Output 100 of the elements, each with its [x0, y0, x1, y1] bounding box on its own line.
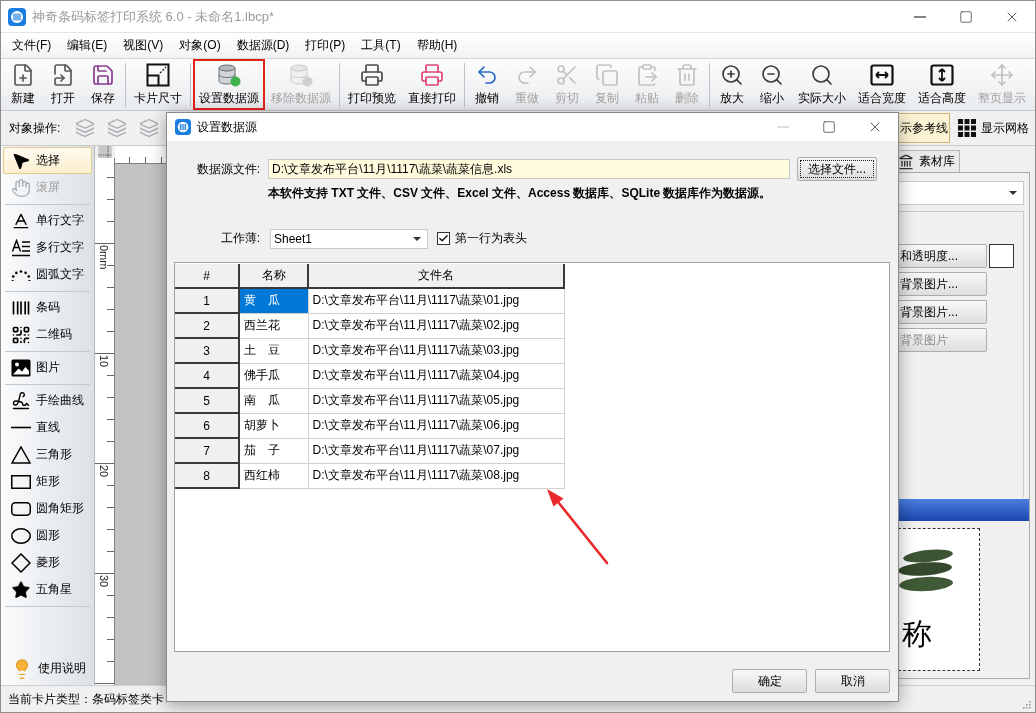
dropdown-field[interactable]	[898, 181, 1024, 205]
toolbar-button[interactable]: 缩小	[752, 59, 792, 110]
dialog-button[interactable]: 取消	[815, 669, 890, 693]
toolbar-button[interactable]: 打印预览	[342, 59, 402, 110]
tool-item[interactable]: 直线	[3, 414, 92, 441]
line-icon	[11, 426, 31, 429]
panel-tab[interactable]: 素材库	[898, 150, 960, 172]
hand-icon	[11, 177, 31, 198]
column-header[interactable]: #	[175, 264, 239, 288]
tool-item[interactable]: 手绘曲线	[3, 387, 92, 414]
status-text: 当前卡片类型：条码标签类卡	[8, 690, 164, 708]
row-number-cell: 4	[175, 363, 239, 388]
view-toggle-button[interactable]: 示参考线	[898, 113, 950, 143]
toolbar-button[interactable]: 设置数据源	[193, 59, 265, 110]
tool-item[interactable]: 三角形	[3, 441, 92, 468]
menu-item[interactable]: 帮助(H)	[408, 34, 466, 57]
panel-button[interactable]: 背景图片...	[898, 272, 987, 296]
caret-icon	[413, 236, 421, 241]
menu-item[interactable]: 对象(O)	[171, 34, 229, 57]
vertical-arrows-icon	[930, 62, 954, 87]
magnifier-icon	[810, 62, 834, 87]
landmark-icon	[898, 153, 914, 170]
copy-icon	[595, 62, 619, 87]
row-number-cell: 1	[175, 288, 239, 313]
toolbar-button[interactable]: 直接打印	[402, 59, 462, 110]
database-icon	[289, 62, 313, 87]
toolbar-button[interactable]: 卡片尺寸	[128, 59, 188, 110]
panel-button[interactable]: 背景图片...	[898, 300, 987, 324]
checkbox[interactable]	[437, 232, 450, 245]
toolbar-button[interactable]: 新建	[3, 59, 43, 110]
tool-item[interactable]: 条码	[3, 294, 92, 321]
ellipse-icon	[11, 527, 31, 544]
table-cell[interactable]: D:\文章发布平台\11月\1117\蔬菜\05.jpg	[308, 388, 564, 413]
tool-item[interactable]: 单行文字	[3, 207, 92, 234]
sheet-select[interactable]: Sheet1	[270, 228, 428, 249]
toolbar-button[interactable]: 实际大小	[792, 59, 852, 110]
frame-corner-icon	[146, 62, 170, 87]
tool-item[interactable]: 圆角矩形	[3, 495, 92, 522]
table-cell[interactable]: D:\文章发布平台\11月\1117\蔬菜\02.jpg	[308, 313, 564, 338]
printer-icon	[420, 62, 444, 87]
minimize-icon	[914, 15, 926, 18]
view-toggle-button[interactable]: 显示网格	[956, 113, 1031, 143]
help-item[interactable]: 使用说明	[3, 655, 92, 682]
tool-item[interactable]: 多行文字	[3, 234, 92, 261]
horizontal-arrows-icon	[870, 62, 894, 87]
app-logo-icon	[8, 7, 26, 26]
file-plus-icon	[11, 62, 35, 87]
tool-item[interactable]: 五角星	[3, 576, 92, 603]
four-arrows-icon	[990, 62, 1014, 87]
printer-icon	[360, 62, 384, 87]
qr-code-icon	[11, 324, 31, 345]
column-header[interactable]: 名称	[239, 264, 308, 288]
menu-item[interactable]: 数据源(D)	[228, 34, 298, 57]
maximize-icon	[959, 9, 973, 24]
clipboard-icon	[635, 62, 659, 87]
tool-item[interactable]: 二维码	[3, 321, 92, 348]
dialog-button[interactable]: 确定	[732, 669, 807, 693]
toolbar-button[interactable]: 放大	[712, 59, 752, 110]
table-cell[interactable]: D:\文章发布平台\11月\1117\蔬菜\01.jpg	[308, 288, 564, 313]
row-number-cell: 3	[175, 338, 239, 363]
rectangle-icon	[11, 474, 31, 489]
column-header[interactable]: 文件名	[308, 264, 564, 288]
field-label: 数据源文件:	[195, 160, 261, 178]
menu-item[interactable]: 打印(P)	[297, 34, 354, 57]
dialog-title: 设置数据源	[197, 118, 257, 136]
zoom-in-icon	[720, 62, 744, 87]
menu-item[interactable]: 文件(F)	[4, 34, 60, 57]
row-number-cell: 5	[175, 388, 239, 413]
toolbar-button[interactable]: 适合宽度	[852, 59, 912, 110]
toolbar-button[interactable]: 保存	[83, 59, 123, 110]
toolbar-button[interactable]: 打开	[43, 59, 83, 110]
toolbar-button[interactable]: 适合高度	[912, 59, 972, 110]
table-cell[interactable]: D:\文章发布平台\11月\1117\蔬菜\07.jpg	[308, 438, 564, 463]
table-cell[interactable]: D:\文章发布平台\11月\1117\蔬菜\04.jpg	[308, 363, 564, 388]
zoom-out-icon	[760, 62, 784, 87]
tool-item[interactable]: 圆弧文字	[3, 261, 92, 288]
trash-icon	[675, 62, 699, 87]
color-swatch-icon[interactable]	[989, 244, 1014, 268]
menu-item[interactable]: 编辑(E)	[59, 34, 116, 57]
toolbar-button[interactable]: 撤销	[467, 59, 507, 110]
row-number-cell: 6	[175, 413, 239, 438]
tool-item[interactable]: 图片	[3, 354, 92, 381]
supported-formats-note: 本软件支持 TXT 文件、CSV 文件、Excel 文件、Access 数据库、SQLite 数据库作为数据源。	[268, 186, 773, 200]
file-path-field[interactable]: D:\文章发布平台\11月\1117\蔬菜\蔬菜信息.xls	[268, 159, 790, 179]
ruler-label: 0mm	[98, 245, 109, 270]
table-cell[interactable]: D:\文章发布平台\11月\1117\蔬菜\03.jpg	[308, 338, 564, 363]
browse-button[interactable]: 选择文件...	[797, 157, 877, 181]
tool-item[interactable]: 圆形	[3, 522, 92, 549]
tool-item[interactable]: 选择	[3, 147, 92, 174]
tool-item[interactable]: 矩形	[3, 468, 92, 495]
menu-item[interactable]: 视图(V)	[115, 34, 172, 57]
checkbox-label: 第一行为表头	[455, 230, 527, 247]
image-icon	[11, 358, 31, 377]
object-tools-label: 对象操作:	[9, 119, 61, 137]
table-cell[interactable]: D:\文章发布平台\11月\1117\蔬菜\06.jpg	[308, 413, 564, 438]
panel-button[interactable]: 和透明度...	[898, 244, 987, 268]
dotted-arc-icon	[11, 268, 31, 281]
menu-item[interactable]: 工具(T)	[353, 34, 409, 57]
tool-item[interactable]: 菱形	[3, 549, 92, 576]
table-cell[interactable]: D:\文章发布平台\11月\1117\蔬菜\08.jpg	[308, 463, 564, 488]
